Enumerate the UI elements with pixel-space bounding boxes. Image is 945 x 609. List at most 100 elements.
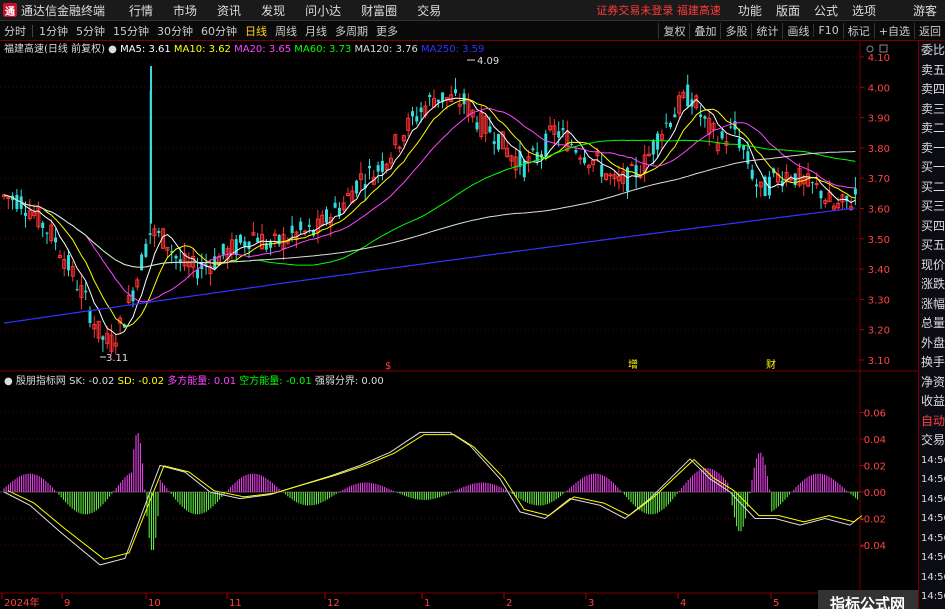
quote-panel-item[interactable]: 交易 <box>919 431 945 451</box>
toolbar-button-3[interactable]: 统计 <box>751 22 782 39</box>
sub-legend: ● 殷朋指标网 SK: -0.02 SD: -0.02 多方能量: 0.01 空… <box>4 374 384 387</box>
quote-panel-item[interactable]: 14:56 <box>919 490 945 510</box>
candle <box>221 243 225 260</box>
quote-panel-item[interactable]: 14:56 <box>919 548 945 568</box>
quote-panel-item[interactable]: 买三 <box>919 197 945 217</box>
quote-panel-item[interactable]: 委比 <box>919 41 945 61</box>
quote-panel-item[interactable]: 现价 <box>919 256 945 276</box>
candle-body <box>256 237 260 243</box>
quote-panel-item[interactable]: 卖五 <box>919 61 945 81</box>
period-tab-6[interactable]: 日线 <box>241 23 271 39</box>
quote-panel-item[interactable]: 买五 <box>919 236 945 256</box>
main-legend-item: MA120: 3.76 <box>354 44 421 55</box>
toolbar-button-5[interactable]: F10 <box>813 24 842 37</box>
candle-body <box>84 290 88 293</box>
quote-panel-item[interactable]: 涨幅 <box>919 295 945 315</box>
menu-item-ask[interactable]: 问小达 <box>295 2 351 19</box>
candle <box>79 275 84 310</box>
period-tab-8[interactable]: 月线 <box>301 23 331 39</box>
candle <box>647 145 651 157</box>
quote-panel-item[interactable]: 卖四 <box>919 80 945 100</box>
menu-item-function[interactable]: 功能 <box>731 2 769 19</box>
quote-panel-item[interactable]: 14:56 <box>919 470 945 490</box>
candle <box>466 93 471 123</box>
candle-body <box>656 133 660 150</box>
time-tick-label: 10 <box>148 598 161 609</box>
quote-panel-item[interactable]: 涨跌 <box>919 275 945 295</box>
quote-panel-item[interactable]: 换手 <box>919 353 945 373</box>
event-mark: $ <box>385 361 391 372</box>
quote-panel-item[interactable]: 买一 <box>919 158 945 178</box>
period-tab-0[interactable]: 分时 <box>0 23 30 39</box>
period-tab-5[interactable]: 60分钟 <box>197 23 241 39</box>
toolbar-button-7[interactable]: +自选 <box>873 22 914 39</box>
menu-item-wealth[interactable]: 财富圈 <box>351 2 407 19</box>
quote-panel-item[interactable]: 14:56 <box>919 587 945 607</box>
toolbar-button-4[interactable]: 画线 <box>782 22 813 39</box>
menu-item-layout[interactable]: 版面 <box>769 2 807 19</box>
quote-panel-item[interactable]: 卖二 <box>919 119 945 139</box>
period-tab-2[interactable]: 5分钟 <box>72 23 109 39</box>
candle <box>281 227 286 261</box>
toolbar-button-2[interactable]: 多股 <box>720 22 751 39</box>
candle-body <box>239 234 242 243</box>
candle <box>767 171 771 199</box>
quote-panel-item[interactable]: 14:56 <box>919 451 945 471</box>
period-tab-10[interactable]: 更多 <box>372 23 402 39</box>
quote-panel-item[interactable]: 卖三 <box>919 100 945 120</box>
candle <box>57 249 62 259</box>
toolbar-button-6[interactable]: 标记 <box>842 22 874 39</box>
candle <box>531 145 535 153</box>
candle-body <box>54 237 58 243</box>
sub-tick-label: 0.06 <box>864 409 886 420</box>
quote-panel-item[interactable]: 卖一 <box>919 139 945 159</box>
menu-item-formula[interactable]: 公式 <box>807 2 845 19</box>
quote-panel-item[interactable]: 总量 <box>919 314 945 334</box>
menu-item-discover[interactable]: 发现 <box>251 2 295 19</box>
candle-body <box>144 243 148 257</box>
candle <box>109 324 114 355</box>
toolbar-button-1[interactable]: 叠加 <box>689 22 720 39</box>
candle-body <box>221 243 225 255</box>
period-tab-9[interactable]: 多周期 <box>331 23 372 39</box>
candle <box>397 145 402 153</box>
quote-panel-item[interactable]: 14:56 <box>919 568 945 588</box>
menu-item-news[interactable]: 资讯 <box>207 2 251 19</box>
guest-user[interactable]: 游客 <box>913 2 937 19</box>
main-legend: 福建高速(日线 前复权) ● MA5: 3.61 MA10: 3.62 MA20… <box>4 42 484 55</box>
candle-body <box>669 122 672 128</box>
period-tab-3[interactable]: 15分钟 <box>109 23 153 39</box>
menu-item-market[interactable]: 行情 <box>119 2 163 19</box>
candle-body <box>355 180 359 194</box>
menu-item-markets[interactable]: 市场 <box>163 2 207 19</box>
menu-item-trade[interactable]: 交易 <box>407 2 451 19</box>
quote-panel-item[interactable]: 自动 <box>919 412 945 432</box>
candle-body <box>634 165 638 178</box>
candle <box>432 89 436 108</box>
period-tab-1[interactable]: 1分钟 <box>35 23 72 39</box>
quote-panel-item[interactable]: 买四 <box>919 217 945 237</box>
candle-body <box>140 254 144 271</box>
candle <box>186 252 191 278</box>
quote-panel-item[interactable]: 买二 <box>919 178 945 198</box>
candle <box>621 163 626 193</box>
candle <box>656 131 660 158</box>
quote-panel-item[interactable]: 收益 <box>919 392 945 412</box>
quote-panel-item[interactable]: 外盘 <box>919 334 945 354</box>
candle <box>806 162 811 188</box>
candle-body <box>234 239 238 255</box>
period-tab-4[interactable]: 30分钟 <box>153 23 197 39</box>
price-tick-label: 3.30 <box>868 295 890 306</box>
candle <box>497 133 500 152</box>
menu-item-options[interactable]: 选项 <box>845 2 883 19</box>
quote-panel-item[interactable]: 14:56 <box>919 509 945 529</box>
toolbar-button-0[interactable]: 复权 <box>658 22 689 39</box>
sub-tick-label: -0.04 <box>860 541 886 552</box>
quote-panel-item[interactable]: 净资 <box>919 373 945 393</box>
period-tab-7[interactable]: 周线 <box>271 23 301 39</box>
toolbar-button-8[interactable]: 返回 <box>914 22 945 39</box>
chart-area[interactable]: 4.10 4.00 3.90 3.80 3.70 3.60 3.50 3.40 3.30 3.20… <box>0 41 918 609</box>
login-warning[interactable]: 证券交易未登录 福建高速 <box>596 2 721 18</box>
candle <box>755 178 758 198</box>
quote-panel-item[interactable]: 14:56 <box>919 529 945 549</box>
